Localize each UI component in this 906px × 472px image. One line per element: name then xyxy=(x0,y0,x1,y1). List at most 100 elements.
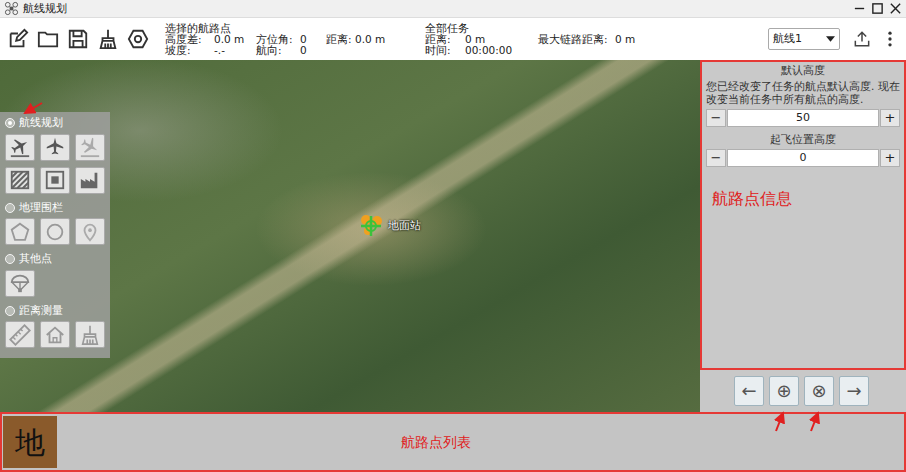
home-label: 地面站 xyxy=(388,218,421,235)
close-icon[interactable] xyxy=(889,2,902,15)
takeoff-icon xyxy=(9,136,31,158)
polygon-fence-icon xyxy=(9,221,31,243)
toolbar: 选择的航路点高度差:0.0 m方位角:0距离:0.0 m坡度:-.-航向:0全部… xyxy=(0,18,906,60)
waypoint-stats: 选择的航路点高度差:0.0 m方位角:0距离:0.0 m坡度:-.-航向:0 xyxy=(165,23,425,56)
settings-icon[interactable] xyxy=(127,28,149,50)
section-radio[interactable] xyxy=(5,254,15,264)
clear-icon[interactable] xyxy=(97,28,119,50)
waypoint-list: 地航路点列表 xyxy=(0,412,906,472)
takeoff-title: 起飞位置高度 xyxy=(706,133,900,147)
field-value: 00:00:00 xyxy=(465,45,538,56)
field-label: 航向: xyxy=(256,45,300,56)
section-radio[interactable] xyxy=(5,306,15,316)
tool-button[interactable] xyxy=(75,218,105,245)
tool-button[interactable] xyxy=(75,167,105,194)
section-header[interactable]: 航线规划 xyxy=(5,115,110,132)
field-label: 最大链路距离: xyxy=(538,34,615,45)
parachute-icon xyxy=(9,272,31,294)
section-title: 航线规划 xyxy=(19,115,63,132)
tool-button[interactable] xyxy=(75,134,105,161)
field-value: 0.0 m xyxy=(214,34,256,45)
maximize-icon[interactable] xyxy=(871,2,884,15)
section-header[interactable]: 其他点 xyxy=(5,251,110,268)
waypoint-stats-row: 坡度:-.-航向:0 xyxy=(165,45,425,56)
route-name: 航线1 xyxy=(773,31,802,48)
edit-icon[interactable] xyxy=(7,28,29,50)
main-area: 航线规划地理围栏其他点距离测量地面站默认高度您已经改变了任务的航点默认高度. 现… xyxy=(0,60,906,412)
field-value: 0 m xyxy=(615,34,695,45)
file-tools xyxy=(0,28,165,50)
save-icon[interactable] xyxy=(67,28,89,50)
decrement-button[interactable]: − xyxy=(706,109,726,127)
waypoint-tile[interactable]: 地 xyxy=(3,416,57,468)
tool-button[interactable] xyxy=(5,134,35,161)
panel-message: 您已经改变了任务的航点默认高度. 现在改变当前任务中所有航点的高度. xyxy=(706,80,900,106)
tool-row xyxy=(5,270,110,297)
next-button[interactable]: → xyxy=(839,376,869,406)
toolbar-right xyxy=(840,29,906,49)
tool-button[interactable] xyxy=(5,218,35,245)
annotation-label: 航路点列表 xyxy=(57,432,904,453)
corridor-icon xyxy=(79,169,101,191)
clear-measure-icon xyxy=(79,324,101,346)
circle-fence-icon xyxy=(44,221,66,243)
tool-button[interactable] xyxy=(40,321,70,348)
tool-button[interactable] xyxy=(5,167,35,194)
add-button[interactable]: ⊕ xyxy=(769,376,799,406)
section-header[interactable]: 地理围栏 xyxy=(5,200,110,217)
folder-icon[interactable] xyxy=(37,28,59,50)
section-title: 距离测量 xyxy=(19,303,63,320)
annotation-arrows xyxy=(0,0,906,472)
increment-button[interactable]: + xyxy=(880,109,900,127)
minimize-icon[interactable] xyxy=(853,2,866,15)
mission-stats-row: 距离:0 m最大链路距离:0 m xyxy=(425,34,755,45)
tool-button[interactable] xyxy=(40,218,70,245)
field-value: 0 xyxy=(300,34,326,45)
decrement-button[interactable]: − xyxy=(706,149,726,167)
tool-row xyxy=(5,167,110,194)
mission-stats: 全部任务距离:0 m最大链路距离:0 m时间:00:00:00 xyxy=(425,23,755,56)
route-select[interactable]: 航线1 xyxy=(768,28,840,50)
field-value: 0.0 m xyxy=(355,34,415,45)
drone-icon xyxy=(4,1,19,16)
field-value: 0 m xyxy=(465,34,538,45)
window-title: 航线规划 xyxy=(23,1,67,17)
tool-button[interactable] xyxy=(40,167,70,194)
field-label: 时间: xyxy=(425,45,465,56)
satellite-map[interactable]: 航线规划地理围栏其他点距离测量 地面站 xyxy=(0,60,700,412)
field-value: -.- xyxy=(214,45,256,56)
dropdown-icon xyxy=(826,36,835,42)
section-radio[interactable] xyxy=(5,203,15,213)
value-field[interactable]: 50 xyxy=(727,109,879,127)
tool-row xyxy=(5,134,110,161)
delete-button[interactable]: ⊗ xyxy=(804,376,834,406)
default-altitude-spinbox: −50+ xyxy=(706,109,900,127)
section-radio[interactable] xyxy=(5,118,15,128)
window-controls xyxy=(853,2,902,15)
value-field[interactable]: 0 xyxy=(727,149,879,167)
section-header[interactable]: 距离测量 xyxy=(5,303,110,320)
increment-button[interactable]: + xyxy=(880,149,900,167)
tool-button[interactable] xyxy=(5,270,35,297)
annotation-label: 航路点信息 xyxy=(706,187,900,211)
waypoint-plane-icon xyxy=(44,136,66,158)
tool-button[interactable] xyxy=(75,321,105,348)
waypoint-stats-title: 选择的航路点 xyxy=(165,23,425,34)
home-marker-icon[interactable] xyxy=(355,210,387,242)
tool-panel: 航线规划地理围栏其他点距离测量 xyxy=(0,112,110,358)
tool-button[interactable] xyxy=(40,134,70,161)
tool-button[interactable] xyxy=(5,321,35,348)
landing-icon xyxy=(79,136,101,158)
waypoint-info-panel: 默认高度您已经改变了任务的航点默认高度. 现在改变当前任务中所有航点的高度.−5… xyxy=(700,60,906,370)
field-label: 坡度: xyxy=(165,45,214,56)
survey-icon xyxy=(9,169,31,191)
takeoff-altitude-spinbox: −0+ xyxy=(706,149,900,167)
field-value: 0 xyxy=(300,45,326,56)
mission-stats-row: 时间:00:00:00 xyxy=(425,45,755,56)
more-icon[interactable] xyxy=(880,29,900,49)
field-label: 距离: xyxy=(425,34,465,45)
upload-icon[interactable] xyxy=(852,29,872,49)
tool-row xyxy=(5,218,110,245)
previous-button[interactable]: ← xyxy=(734,376,764,406)
rally-pin-icon xyxy=(79,221,101,243)
